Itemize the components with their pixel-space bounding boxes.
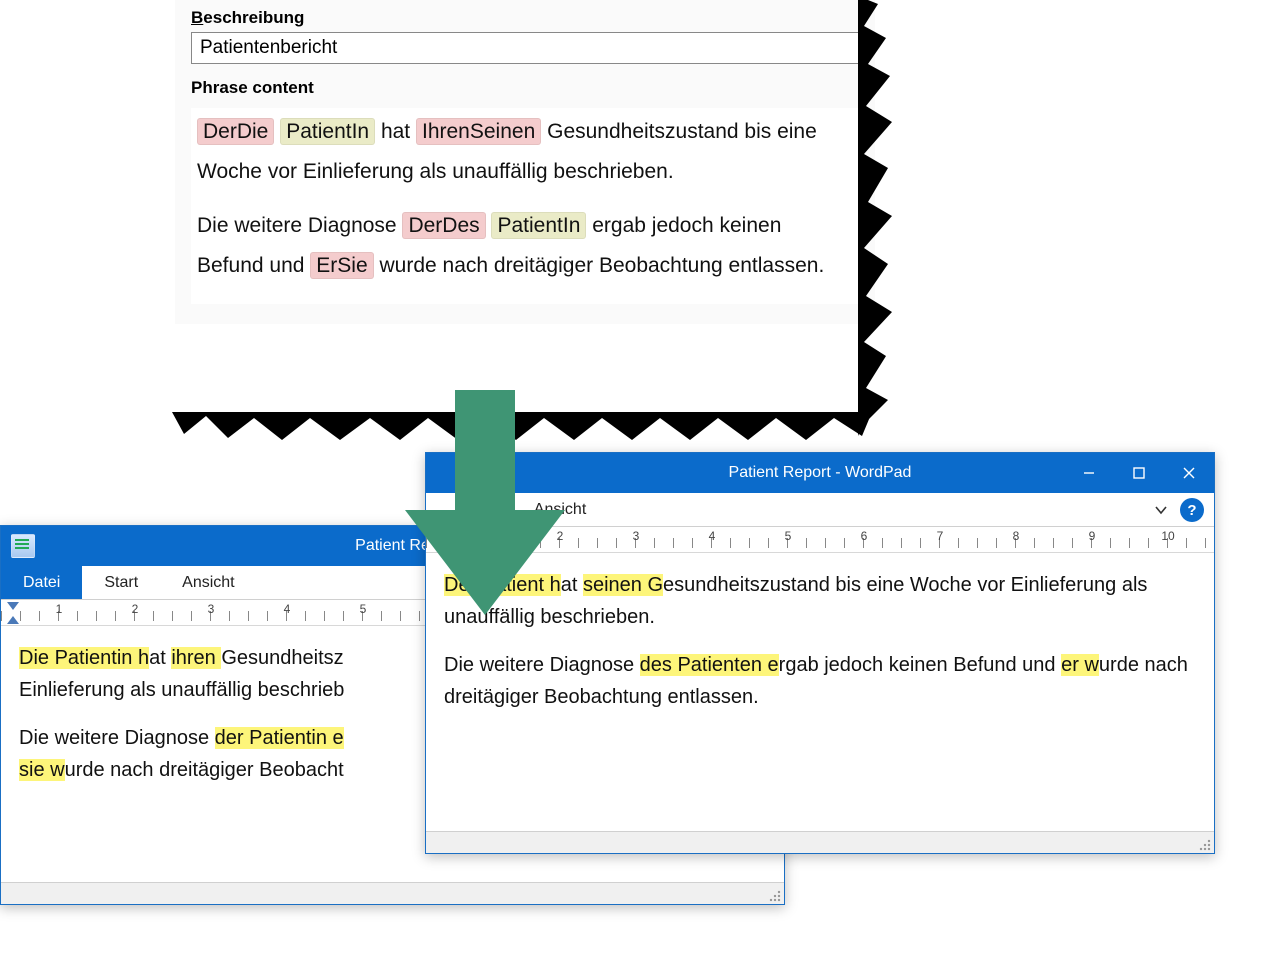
description-input[interactable] — [191, 32, 859, 64]
phrase-content-label: Phrase content — [191, 78, 859, 98]
highlighted-text: Die Patientin h — [19, 647, 149, 669]
resize-grip-icon[interactable] — [1197, 837, 1211, 851]
menu-start[interactable]: Start — [82, 566, 160, 599]
phrase-content-area[interactable]: DerDie PatientIn hat IhrenSeinen Gesundh… — [191, 108, 859, 304]
ruler-number: 7 — [902, 527, 978, 552]
ruler-number: 10 — [1130, 527, 1206, 552]
gender-token[interactable]: ErSie — [310, 252, 373, 279]
gender-token[interactable]: PatientIn — [280, 118, 375, 145]
phrase-paragraph-2: Die weitere Diagnose DerDes PatientIn er… — [197, 206, 853, 286]
wordpad-app-icon — [11, 534, 35, 558]
maximize-button[interactable] — [1114, 453, 1164, 493]
transform-arrow-icon — [400, 390, 570, 625]
ruler-number: 5 — [750, 527, 826, 552]
ruler-number: 3 — [173, 600, 249, 625]
doc-paragraph: Die weitere Diagnose des Patienten ergab… — [444, 649, 1196, 713]
status-bar — [426, 831, 1214, 853]
menu-ansicht[interactable]: Ansicht — [160, 566, 256, 599]
gender-token[interactable]: PatientIn — [491, 212, 586, 239]
phrase-definition-panel: Beschreibung Phrase content DerDie Patie… — [175, 0, 875, 324]
gender-token[interactable]: IhrenSeinen — [416, 118, 541, 145]
highlighted-text: er w — [1061, 654, 1099, 676]
ruler-number: 1 — [21, 600, 97, 625]
minimize-button[interactable] — [1064, 453, 1114, 493]
gender-token[interactable]: DerDie — [197, 118, 274, 145]
status-bar — [1, 882, 784, 904]
resize-grip-icon[interactable] — [767, 888, 781, 902]
torn-edge-decoration — [858, 0, 918, 436]
highlighted-text: sie w — [19, 759, 65, 781]
close-button[interactable] — [1164, 453, 1214, 493]
ruler-number: 9 — [1054, 527, 1130, 552]
ruler-number: 4 — [249, 600, 325, 625]
menu-datei[interactable]: Datei — [1, 566, 82, 599]
ruler-number: 4 — [674, 527, 750, 552]
ruler-number: 3 — [598, 527, 674, 552]
ruler-number: 8 — [978, 527, 1054, 552]
description-label: Beschreibung — [191, 8, 859, 28]
phrase-paragraph-1: DerDie PatientIn hat IhrenSeinen Gesundh… — [197, 112, 853, 192]
highlighted-text: ihren — [171, 647, 221, 669]
window-title: Patient Report - WordPad — [729, 464, 912, 482]
ruler-number: 5 — [325, 600, 401, 625]
highlighted-text: seinen G — [583, 574, 663, 596]
window-controls — [1064, 453, 1214, 493]
ruler-number: 2 — [97, 600, 173, 625]
ruler-number: 6 — [826, 527, 902, 552]
gender-token[interactable]: DerDes — [402, 212, 485, 239]
collapse-ribbon-button[interactable] — [1148, 493, 1174, 526]
help-button[interactable]: ? — [1180, 498, 1204, 522]
highlighted-text: des Patienten e — [640, 654, 779, 676]
highlighted-text: der Patientin e — [215, 727, 344, 749]
ruler-tab-stop-icon[interactable] — [7, 602, 19, 610]
